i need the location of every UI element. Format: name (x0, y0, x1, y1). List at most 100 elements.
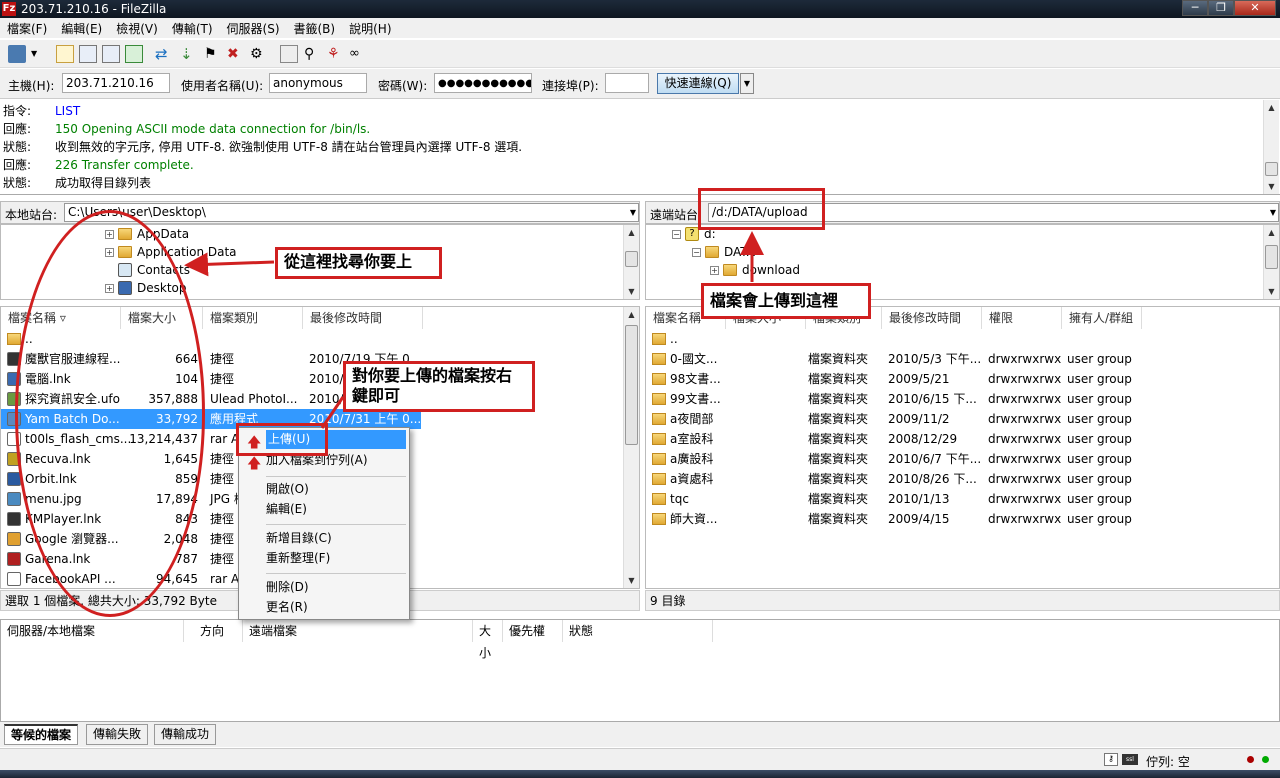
menu-item[interactable]: 書籤(B) (287, 20, 343, 37)
menu-open[interactable]: 開啟(O) (266, 480, 309, 499)
file-icon (7, 492, 21, 506)
quickconnect-bar: 主機(H): 使用者名稱(U): 密碼(W): 連接埠(P): 快速連線(Q) … (0, 69, 1280, 99)
host-input[interactable] (62, 73, 170, 93)
table-row[interactable]: 98文書... 檔案資料夾 2009/5/21 drwxrwxrwx user grou… (646, 369, 1276, 389)
queue-header-priority[interactable]: 優先權 (503, 620, 563, 642)
file-date: 2010/5/3 下午... (888, 352, 982, 366)
table-row[interactable]: 師大資... 檔案資料夾 2009/4/15 drwxrwxrwx user group (646, 509, 1276, 529)
directory-listing-filters-icon[interactable] (280, 45, 298, 63)
stop-icon[interactable]: ⚑ (204, 45, 222, 63)
log-line: 狀態: 成功取得目錄列表 (3, 174, 151, 192)
queue-header-direction[interactable]: 方向 (184, 620, 243, 642)
queue-header-remote[interactable]: 遠端檔案 (243, 620, 473, 642)
port-label: 連接埠(P): (542, 79, 599, 93)
sync-browse-icon[interactable]: ⚘ (327, 45, 345, 63)
menu-edit[interactable]: 編輯(E) (266, 500, 307, 519)
remote-tree-scrollbar[interactable]: ▲ ▼ (1263, 225, 1279, 299)
disconnect-icon[interactable]: ✖ (227, 45, 245, 63)
file-date: 2010/6/15 下... (888, 392, 977, 406)
file-name: a夜間部 (670, 412, 714, 426)
port-input[interactable] (605, 73, 649, 93)
col-header-permissions[interactable]: 權限 (982, 307, 1062, 329)
dir-compare-icon[interactable]: ⚲ (304, 45, 322, 63)
file-name: a廣設科 (670, 452, 714, 466)
file-icon (7, 572, 21, 586)
toggle-queue-icon[interactable] (125, 45, 143, 63)
local-path-input[interactable]: C:\Users\user\Desktop\ ▼ (64, 203, 639, 222)
queue-header-size[interactable]: 大小 (473, 620, 503, 660)
tree-item[interactable]: − DATA (692, 243, 755, 261)
file-type: Ulead PhotoI... (210, 392, 298, 406)
file-name: 師大資... (670, 512, 718, 526)
menu-delete[interactable]: 刪除(D) (266, 578, 309, 597)
queue-header-status[interactable]: 狀態 (563, 620, 713, 642)
password-input[interactable] (434, 73, 532, 93)
menu-item[interactable]: 檔案(F) (0, 20, 54, 37)
reconnect-icon[interactable]: ⚙ (250, 45, 268, 63)
folder-icon (652, 473, 666, 485)
file-name: a室設科 (670, 432, 714, 446)
file-owner: user group (1067, 412, 1132, 426)
file-date: 2009/11/2 (888, 412, 950, 426)
menu-rename[interactable]: 更名(R) (266, 598, 308, 617)
toggle-local-tree-icon[interactable] (79, 45, 97, 63)
file-type: rar A (210, 432, 240, 446)
queue-arrow-icon: 🡅 (247, 456, 262, 472)
scroll-thumb[interactable] (1265, 162, 1278, 176)
log-scrollbar[interactable]: ▲ ▼ (1263, 100, 1279, 194)
file-owner: user group (1067, 352, 1132, 366)
log-kind: 回應: (3, 122, 32, 136)
log-line: 回應: 226 Transfer complete. (3, 156, 194, 174)
table-row[interactable]: a廣設科 檔案資料夾 2010/6/7 下午... drwxrwxrwx user gr… (646, 449, 1276, 469)
quickconnect-history-dropdown[interactable]: ▼ (740, 73, 754, 94)
menu-item[interactable]: 說明(H) (342, 20, 398, 37)
col-header-owner[interactable]: 擁有人/群組 (1062, 307, 1142, 329)
local-tree-scrollbar[interactable]: ▲ ▼ (623, 225, 639, 299)
file-name: tqc (670, 492, 689, 506)
table-row[interactable]: a室設科 檔案資料夾 2008/12/29 drwxrwxrwx user group (646, 429, 1276, 449)
tab-successful-transfers[interactable]: 傳輸成功 (154, 724, 217, 745)
toggle-remote-tree-icon[interactable] (102, 45, 120, 63)
menu-item[interactable]: 傳輸(T) (165, 20, 220, 37)
file-owner: user group (1067, 452, 1132, 466)
toggle-log-icon[interactable] (56, 45, 74, 63)
refresh-icon[interactable]: ⇄ (155, 45, 173, 63)
log-message: 收到無效的字元序, 停用 UTF-8. 欲強制使用 UTF-8 請在站台管理員內… (55, 140, 523, 154)
menu-item[interactable]: 伺服器(S) (220, 20, 287, 37)
scroll-up-icon[interactable]: ▲ (1264, 100, 1279, 115)
tree-item[interactable]: + download (710, 261, 800, 279)
folder-icon (705, 246, 719, 258)
site-manager-dropdown-icon[interactable]: ▼ (31, 45, 41, 63)
col-header-type[interactable]: 檔案類別 (203, 307, 303, 329)
process-queue-icon[interactable]: ⇣ (180, 45, 198, 63)
table-row[interactable]: a夜間部 檔案資料夾 2009/11/2 drwxrwxrwx user group (646, 409, 1276, 429)
file-name: 99文書... (670, 392, 721, 406)
close-button[interactable]: ✕ (1234, 0, 1276, 16)
table-row[interactable]: a資處科 檔案資料夾 2010/8/26 下... drwxrwxrwx user gr… (646, 469, 1276, 489)
table-row[interactable]: 99文書... 檔案資料夾 2010/6/15 下... drwxrwxrwx user… (646, 389, 1276, 409)
col-header-date[interactable]: 最後修改時間 (882, 307, 982, 329)
tab-failed-transfers[interactable]: 傳輸失敗 (86, 724, 149, 745)
search-icon[interactable]: ∞ (349, 45, 367, 63)
col-header-date[interactable]: 最後修改時間 (303, 307, 423, 329)
file-type: 捷徑 (210, 552, 235, 566)
table-row[interactable]: 0-國文... 檔案資料夾 2010/5/3 下午... drwxrwxrwx user… (646, 349, 1276, 369)
quickconnect-button[interactable]: 快速連線(Q) (657, 73, 739, 94)
menu-refresh[interactable]: 重新整理(F) (266, 549, 330, 568)
file-date: 2008/12/29 (888, 432, 958, 446)
tab-queued-files[interactable]: 等候的檔案 (4, 724, 79, 745)
menu-item[interactable]: 檢視(V) (109, 20, 165, 37)
table-row[interactable]: tqc 檔案資料夾 2010/1/13 drwxrwxrwx user group (646, 489, 1276, 509)
maximize-button[interactable]: ❐ (1208, 0, 1234, 16)
scroll-down-icon[interactable]: ▼ (1264, 179, 1279, 194)
menu-new-directory[interactable]: 新增目錄(C) (266, 529, 332, 548)
user-input[interactable] (269, 73, 367, 93)
menu-item[interactable]: 編輯(E) (54, 20, 109, 37)
local-list-scrollbar[interactable]: ▲ ▼ (623, 307, 639, 588)
minimize-button[interactable]: ─ (1182, 0, 1208, 16)
queue-header-file[interactable]: 伺服器/本地檔案 (1, 620, 184, 642)
table-row[interactable]: .. (646, 329, 1276, 349)
file-type: 檔案資料夾 (808, 452, 869, 466)
annotation-path-box (698, 188, 825, 230)
site-manager-icon[interactable] (8, 45, 26, 63)
